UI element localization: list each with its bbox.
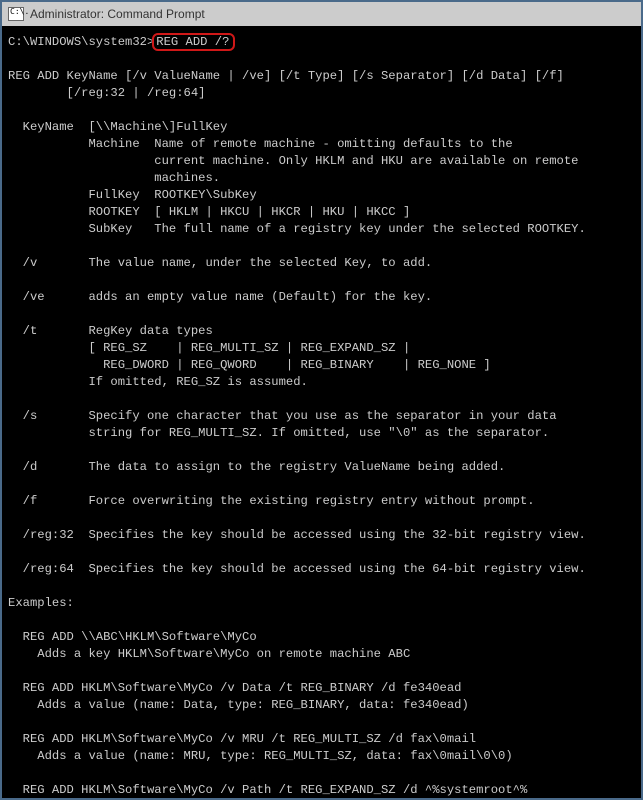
terminal-output[interactable]: C:\WINDOWS\system32>REG ADD /? REG ADD K…: [2, 26, 641, 798]
titlebar[interactable]: C:\. Administrator: Command Prompt: [2, 2, 641, 26]
cmd-icon: C:\.: [8, 7, 24, 21]
example-1b: Adds a key HKLM\Software\MyCo on remote …: [8, 647, 410, 661]
option-d: /d The data to assign to the registry Va…: [8, 460, 505, 474]
keyname-rootkey: ROOTKEY [ HKLM | HKCU | HKCR | HKU | HKC…: [8, 205, 410, 219]
keyname-header: KeyName [\\Machine\]FullKey: [8, 120, 227, 134]
option-t1: /t RegKey data types: [8, 324, 213, 338]
keyname-machine1: Machine Name of remote machine - omittin…: [8, 137, 513, 151]
example-4a: REG ADD HKLM\Software\MyCo /v Path /t RE…: [8, 783, 527, 797]
option-t2: [ REG_SZ | REG_MULTI_SZ | REG_EXPAND_SZ …: [8, 341, 410, 355]
option-t4: If omitted, REG_SZ is assumed.: [8, 375, 308, 389]
prompt-path: C:\WINDOWS\system32>: [8, 35, 154, 49]
example-3a: REG ADD HKLM\Software\MyCo /v MRU /t REG…: [8, 732, 476, 746]
option-reg32: /reg:32 Specifies the key should be acce…: [8, 528, 586, 542]
option-v: /v The value name, under the selected Ke…: [8, 256, 432, 270]
option-s1: /s Specify one character that you use as…: [8, 409, 557, 423]
keyname-machine2: current machine. Only HKLM and HKU are a…: [8, 154, 578, 168]
example-3b: Adds a value (name: MRU, type: REG_MULTI…: [8, 749, 513, 763]
option-s2: string for REG_MULTI_SZ. If omitted, use…: [8, 426, 549, 440]
option-reg64: /reg:64 Specifies the key should be acce…: [8, 562, 586, 576]
example-2a: REG ADD HKLM\Software\MyCo /v Data /t RE…: [8, 681, 461, 695]
window-title: Administrator: Command Prompt: [30, 7, 205, 21]
prompt-line: C:\WINDOWS\system32>REG ADD /?: [8, 35, 235, 49]
example-2b: Adds a value (name: Data, type: REG_BINA…: [8, 698, 469, 712]
keyname-fullkey: FullKey ROOTKEY\SubKey: [8, 188, 257, 202]
highlighted-command: REG ADD /?: [152, 33, 235, 51]
option-f: /f Force overwriting the existing regist…: [8, 494, 535, 508]
option-ve: /ve adds an empty value name (Default) f…: [8, 290, 432, 304]
usage-line1: REG ADD KeyName [/v ValueName | /ve] [/t…: [8, 69, 564, 83]
command-prompt-window: C:\. Administrator: Command Prompt C:\WI…: [2, 2, 641, 798]
keyname-machine3: machines.: [8, 171, 220, 185]
examples-header: Examples:: [8, 596, 74, 610]
keyname-subkey: SubKey The full name of a registry key u…: [8, 222, 586, 236]
usage-line2: [/reg:32 | /reg:64]: [8, 86, 205, 100]
example-1a: REG ADD \\ABC\HKLM\Software\MyCo: [8, 630, 257, 644]
option-t3: REG_DWORD | REG_QWORD | REG_BINARY | REG…: [8, 358, 491, 372]
